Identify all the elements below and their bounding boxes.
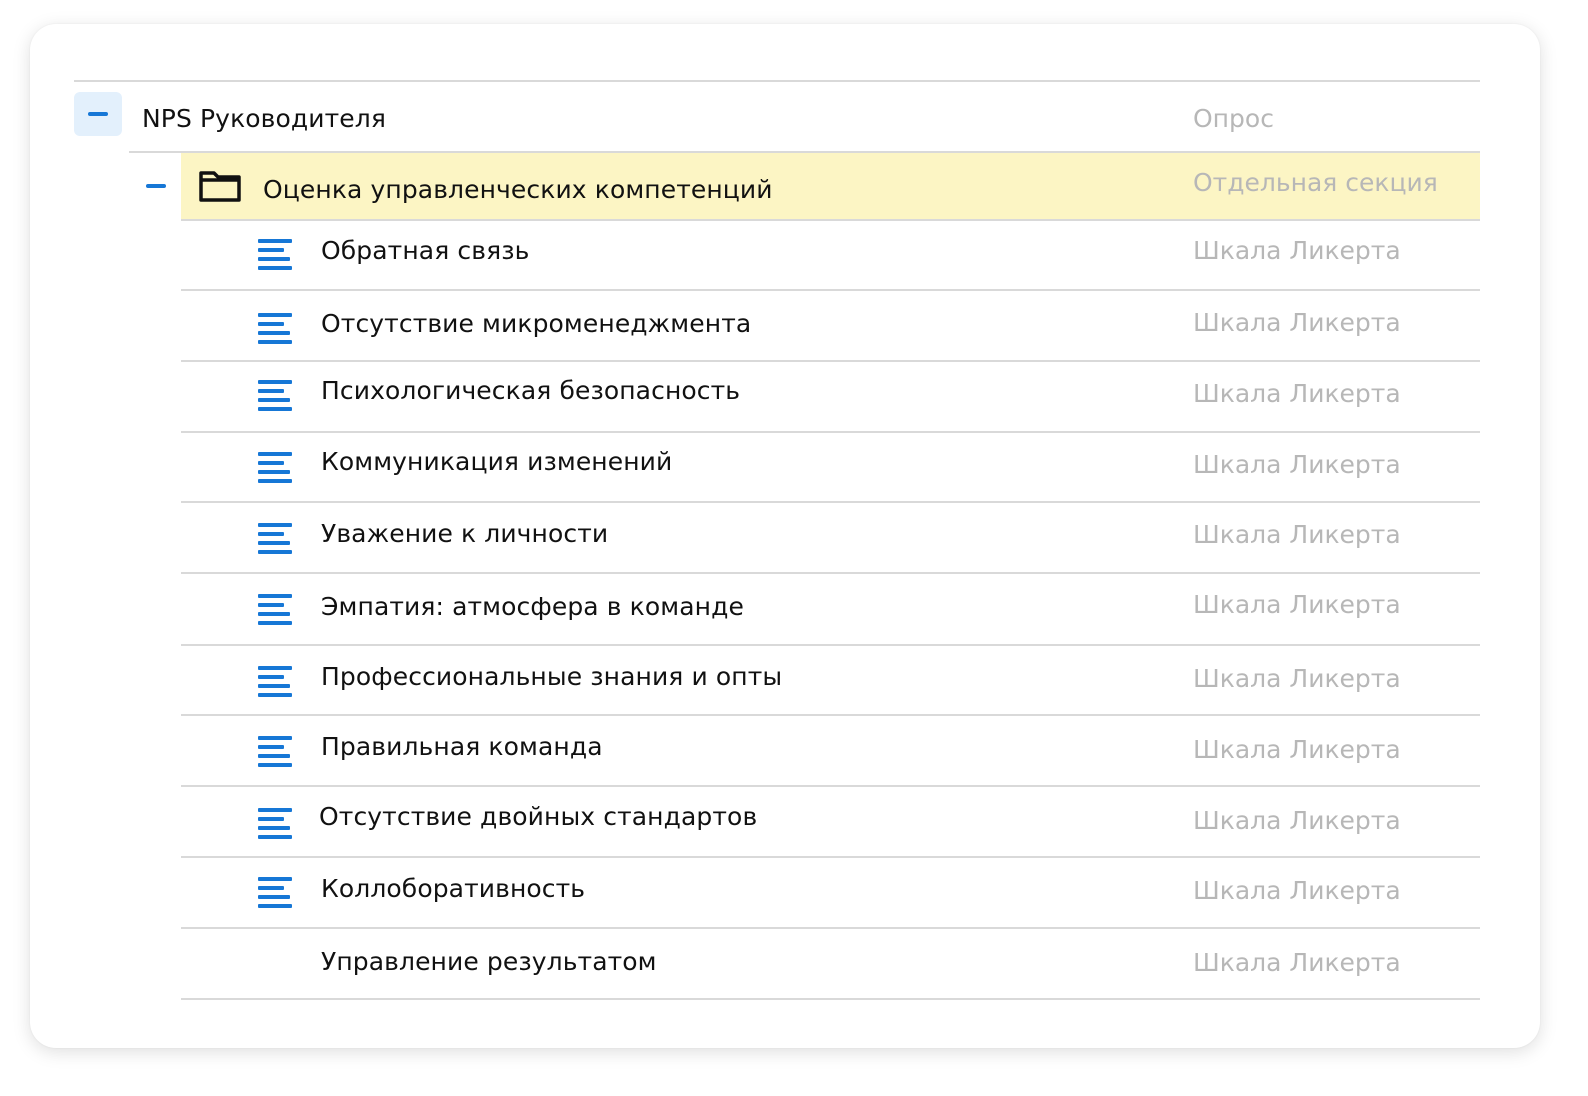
question-row[interactable]: Психологическая безопасность Шкала Ликер… — [30, 362, 1540, 432]
question-row[interactable]: Профессиональные знания и опты Шкала Лик… — [30, 646, 1540, 715]
question-label: Обратная связь — [321, 236, 530, 265]
question-type: Шкала Ликерта — [1193, 450, 1401, 479]
text-lines-icon — [258, 380, 294, 411]
question-type: Шкала Ликерта — [1193, 664, 1401, 693]
text-lines-icon — [258, 736, 294, 767]
text-lines-icon — [258, 313, 294, 344]
question-row[interactable]: Обратная связь Шкала Ликерта — [30, 221, 1540, 289]
question-type: Шкала Ликерта — [1193, 735, 1401, 764]
question-row[interactable]: Отсутствие микроменеджмента Шкала Ликерт… — [30, 291, 1540, 361]
root-type: Опрос — [1193, 104, 1274, 133]
question-row[interactable]: Правильная команда Шкала Ликерта — [30, 716, 1540, 786]
minus-icon — [88, 112, 108, 116]
text-lines-icon — [258, 877, 294, 908]
text-lines-icon — [258, 808, 294, 839]
question-label: Коллоборативность — [321, 874, 586, 903]
question-label: Эмпатия: атмосфера в команде — [321, 592, 744, 621]
question-label: Отсутствие микроменеджмента — [321, 309, 752, 338]
question-row[interactable]: Управление результатом Шкала Ликерта — [30, 929, 1540, 999]
collapse-root-button[interactable] — [74, 92, 122, 136]
question-type: Шкала Ликерта — [1193, 876, 1401, 905]
question-row[interactable]: Коммуникация изменений Шкала Ликерта — [30, 433, 1540, 501]
question-type: Шкала Ликерта — [1193, 236, 1401, 265]
section-type: Отдельная секция — [1193, 168, 1438, 197]
text-lines-icon — [258, 452, 294, 483]
collapse-section-button[interactable] — [146, 184, 166, 188]
text-lines-icon — [258, 239, 294, 270]
tree-row-section[interactable]: Оценка управленческих компетенций Отдель… — [30, 153, 1540, 219]
question-label: Коммуникация изменений — [321, 447, 673, 476]
question-row[interactable]: Коллоборативность Шкала Ликерта — [30, 858, 1540, 928]
tree-row-root[interactable]: NPS Руководителя Опрос — [30, 82, 1540, 152]
section-title: Оценка управленческих компетенций — [263, 175, 773, 204]
question-label: Психологическая безопасность — [321, 376, 741, 405]
text-lines-icon — [258, 594, 294, 625]
question-type: Шкала Ликерта — [1193, 806, 1401, 835]
question-label: Уважение к личности — [321, 519, 609, 548]
folder-icon — [199, 171, 241, 202]
question-label: Профессиональные знания и опты — [321, 662, 783, 691]
root-title: NPS Руководителя — [142, 104, 386, 133]
question-row[interactable]: Эмпатия: атмосфера в команде Шкала Ликер… — [30, 574, 1540, 645]
question-label: Правильная команда — [321, 732, 603, 761]
question-label: Управление результатом — [321, 947, 657, 976]
question-row[interactable]: Уважение к личности Шкала Ликерта — [30, 503, 1540, 573]
survey-tree-card: NPS Руководителя Опрос Оценка управленче… — [30, 24, 1540, 1048]
question-label: Отсутствие двойных стандартов — [319, 802, 758, 831]
question-type: Шкала Ликерта — [1193, 520, 1401, 549]
question-type: Шкала Ликерта — [1193, 590, 1401, 619]
text-lines-icon — [258, 666, 294, 697]
question-type: Шкала Ликерта — [1193, 948, 1401, 977]
question-type: Шкала Ликерта — [1193, 379, 1401, 408]
question-row[interactable]: Отсутствие двойных стандартов Шкала Лике… — [30, 787, 1540, 857]
question-type: Шкала Ликерта — [1193, 308, 1401, 337]
text-lines-icon — [258, 523, 294, 554]
divider — [181, 998, 1480, 1000]
